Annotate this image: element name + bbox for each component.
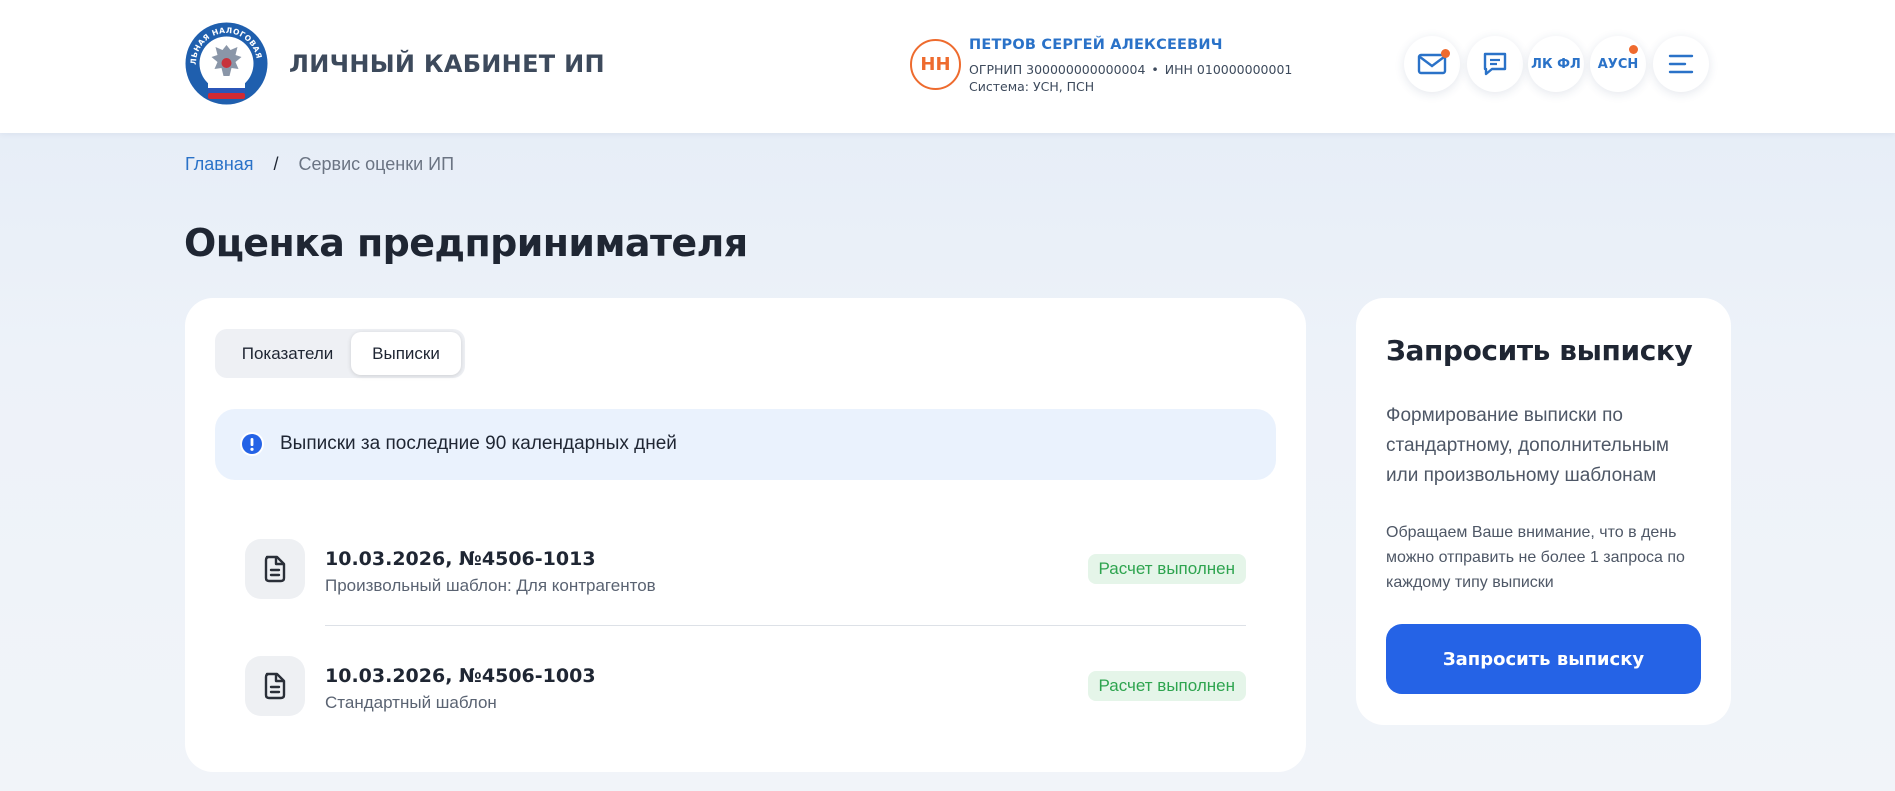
tab-statements[interactable]: Выписки <box>351 332 461 375</box>
user-name[interactable]: ПЕТРОВ СЕРГЕЙ АЛЕКСЕЕВИЧ <box>969 37 1223 53</box>
statement-item[interactable]: 10.03.2026, №4506-1013 Произвольный шабл… <box>245 531 1246 621</box>
statement-template: Стандартный шаблон <box>325 693 497 712</box>
breadcrumb-home-link[interactable]: Главная <box>185 154 254 175</box>
breadcrumb-separator: / <box>273 154 279 174</box>
tab-indicators[interactable]: Показатели <box>220 332 355 375</box>
fns-logo[interactable]: ФЕДЕРАЛЬНАЯ НАЛОГОВАЯ СЛУЖБА <box>179 14 269 106</box>
fns-emblem-icon: ФЕДЕРАЛЬНАЯ НАЛОГОВАЯ СЛУЖБА <box>179 14 268 105</box>
user-tax-system: Система: УСН, ПСН <box>969 79 1095 94</box>
statement-title: 10.03.2026, №4506-1003 <box>325 665 596 687</box>
ausn-button[interactable]: АУСН <box>1590 36 1646 92</box>
statement-title: 10.03.2026, №4506-1013 <box>325 548 596 570</box>
statement-item[interactable]: 10.03.2026, №4506-1003 Стандартный шабло… <box>245 648 1246 738</box>
user-ids: ОГРНИП 300000000000004 • ИНН 010000000001 <box>969 62 1292 77</box>
chat-icon <box>1483 52 1507 76</box>
page-title: Оценка предпринимателя <box>184 221 748 265</box>
status-badge: Расчет выполнен <box>1087 554 1246 584</box>
info-icon <box>240 432 264 456</box>
statement-template: Произвольный шаблон: Для контрагентов <box>325 576 656 595</box>
request-card-title: Запросить выписку <box>1386 334 1693 367</box>
user-avatar[interactable]: НН <box>910 39 961 90</box>
menu-icon <box>1668 54 1694 74</box>
statements-card: Показатели Выписки Выписки за последние … <box>185 298 1306 772</box>
header: ФЕДЕРАЛЬНАЯ НАЛОГОВАЯ СЛУЖБА ЛИЧНЫЙ КАБИ… <box>0 0 1895 133</box>
menu-button[interactable] <box>1653 36 1709 92</box>
document-icon <box>264 672 286 700</box>
request-statement-button[interactable]: Запросить выписку <box>1386 624 1701 694</box>
request-statement-card: Запросить выписку Формирование выписки п… <box>1356 298 1731 725</box>
breadcrumb: Главная / Сервис оценки ИП <box>185 154 454 175</box>
mail-notification-dot <box>1441 49 1450 58</box>
status-badge: Расчет выполнен <box>1087 671 1246 701</box>
chat-button[interactable] <box>1467 36 1523 92</box>
request-card-note: Обращаем Ваше внимание, что в день можно… <box>1386 524 1685 591</box>
user-inn: ИНН 010000000001 <box>1164 62 1293 77</box>
divider <box>325 625 1246 626</box>
info-banner-text: Выписки за последние 90 календарных дней <box>280 433 677 454</box>
lk-fl-button[interactable]: ЛК ФЛ <box>1528 36 1584 92</box>
mail-button[interactable] <box>1404 36 1460 92</box>
app-title: ЛИЧНЫЙ КАБИНЕТ ИП <box>289 50 605 78</box>
ids-separator: • <box>1151 62 1159 77</box>
request-card-description: Формирование выписки по стандартному, до… <box>1386 405 1669 486</box>
breadcrumb-current: Сервис оценки ИП <box>298 154 455 174</box>
ausn-label: АУСН <box>1597 56 1639 72</box>
info-banner: Выписки за последние 90 календарных дней <box>215 409 1276 480</box>
tabs: Показатели Выписки <box>215 329 465 378</box>
document-icon-wrap <box>245 656 305 716</box>
lk-fl-label: ЛК ФЛ <box>1531 56 1581 72</box>
user-ogrnip: ОГРНИП 300000000000004 <box>969 62 1146 77</box>
ausn-notification-dot <box>1629 45 1638 54</box>
document-icon <box>264 555 286 583</box>
document-icon-wrap <box>245 539 305 599</box>
avatar-initials: НН <box>920 54 951 75</box>
